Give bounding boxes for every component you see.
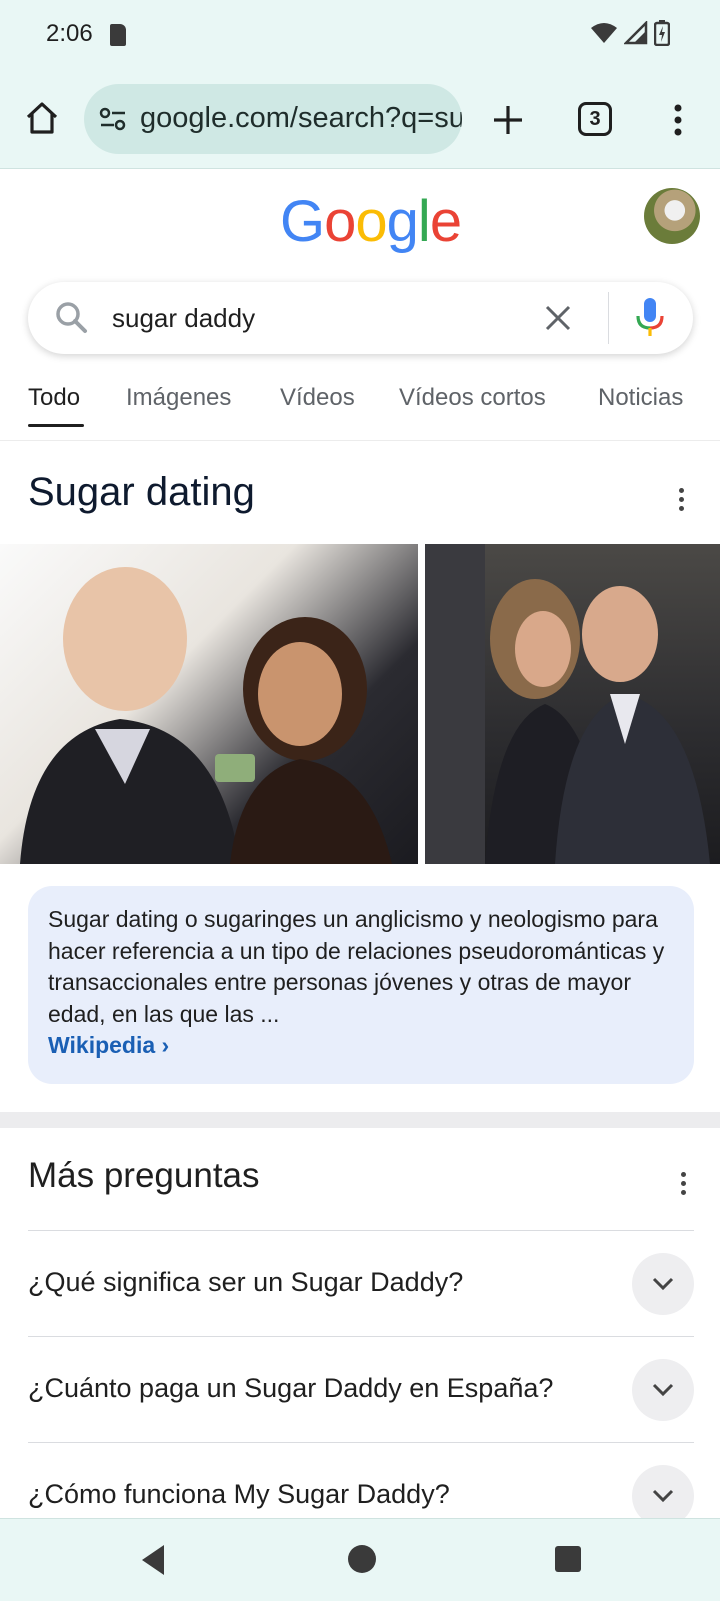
chevron-right-icon: › bbox=[161, 1032, 170, 1058]
chevron-down-icon bbox=[652, 1277, 674, 1291]
section-divider bbox=[0, 1112, 720, 1128]
question-text: ¿Cómo funciona My Sugar Daddy? bbox=[28, 1479, 450, 1509]
wikipedia-link[interactable]: Wikipedia › bbox=[48, 1032, 169, 1059]
tab-todo[interactable]: Todo bbox=[28, 384, 80, 412]
tab-noticias[interactable]: Noticias bbox=[598, 384, 683, 412]
more-options-icon[interactable] bbox=[668, 100, 688, 140]
chevron-down-icon bbox=[652, 1383, 674, 1397]
new-tab-icon[interactable] bbox=[488, 100, 528, 140]
search-icon bbox=[56, 302, 87, 333]
tab-videos[interactable]: Vídeos bbox=[280, 384, 355, 412]
status-bar: 2:06 bbox=[0, 0, 720, 72]
couple-illustration-1 bbox=[20, 567, 392, 864]
tab-videos-cortos[interactable]: Vídeos cortos bbox=[399, 384, 546, 412]
home-icon[interactable] bbox=[22, 98, 62, 138]
home-nav-icon[interactable] bbox=[346, 1543, 378, 1575]
address-bar[interactable]: google.com/search?q=su bbox=[84, 84, 462, 154]
account-avatar[interactable] bbox=[644, 188, 700, 244]
knowledge-image-2[interactable] bbox=[425, 544, 720, 864]
knowledge-title: Sugar dating bbox=[28, 470, 255, 514]
search-box[interactable]: sugar daddy bbox=[28, 282, 693, 354]
tab-imagenes[interactable]: Imágenes bbox=[126, 384, 231, 412]
question-text: ¿Cuánto paga un Sugar Daddy en España? bbox=[28, 1373, 554, 1403]
knowledge-image-1[interactable] bbox=[0, 544, 418, 864]
status-icons bbox=[590, 20, 670, 46]
sd-card-icon bbox=[110, 24, 126, 46]
google-logo[interactable]: Google bbox=[280, 188, 462, 255]
logo-letter: o bbox=[324, 189, 356, 254]
signal-icon bbox=[624, 21, 648, 45]
search-query[interactable]: sugar daddy bbox=[112, 303, 255, 334]
expand-button[interactable] bbox=[632, 1359, 694, 1421]
question-text: ¿Qué significa ser un Sugar Daddy? bbox=[28, 1267, 464, 1297]
couple-illustration-2 bbox=[425, 544, 710, 864]
microphone-icon[interactable] bbox=[632, 296, 668, 340]
browser-toolbar: google.com/search?q=su 3 bbox=[0, 72, 720, 169]
logo-letter: l bbox=[417, 189, 431, 254]
snippet-text: Sugar dating o sugaringes un anglicismo … bbox=[48, 906, 665, 1027]
logo-letter: e bbox=[429, 189, 462, 254]
wifi-icon bbox=[591, 23, 617, 43]
recents-icon[interactable] bbox=[554, 1545, 582, 1573]
question-item[interactable]: ¿Cuánto paga un Sugar Daddy en España? bbox=[28, 1336, 694, 1443]
search-divider bbox=[608, 292, 609, 344]
tab-switcher-button[interactable]: 3 bbox=[578, 102, 612, 136]
more-questions-title: Más preguntas bbox=[28, 1156, 260, 1195]
site-info-icon[interactable] bbox=[98, 106, 128, 132]
tab-count: 3 bbox=[589, 108, 601, 130]
battery-icon bbox=[654, 20, 670, 46]
logo-letter: g bbox=[386, 189, 419, 254]
question-item[interactable]: ¿Qué significa ser un Sugar Daddy? bbox=[28, 1230, 694, 1337]
logo-letter: o bbox=[355, 189, 387, 254]
wikipedia-label: Wikipedia bbox=[48, 1032, 156, 1058]
url-text: google.com/search?q=su bbox=[140, 102, 462, 134]
knowledge-more-icon[interactable] bbox=[677, 486, 685, 514]
clear-icon[interactable] bbox=[544, 304, 572, 332]
active-tab-indicator bbox=[28, 424, 84, 427]
more-questions-menu-icon[interactable] bbox=[679, 1170, 687, 1198]
chevron-down-icon bbox=[652, 1489, 674, 1503]
status-time: 2:06 bbox=[46, 20, 93, 47]
back-icon[interactable] bbox=[138, 1543, 168, 1577]
system-nav-bar bbox=[0, 1518, 720, 1601]
logo-letter: G bbox=[280, 189, 325, 254]
search-tabs: Todo Imágenes Vídeos Vídeos cortos Notic… bbox=[0, 368, 720, 441]
expand-button[interactable] bbox=[632, 1253, 694, 1315]
knowledge-snippet: Sugar dating o sugaringes un anglicismo … bbox=[28, 886, 694, 1084]
